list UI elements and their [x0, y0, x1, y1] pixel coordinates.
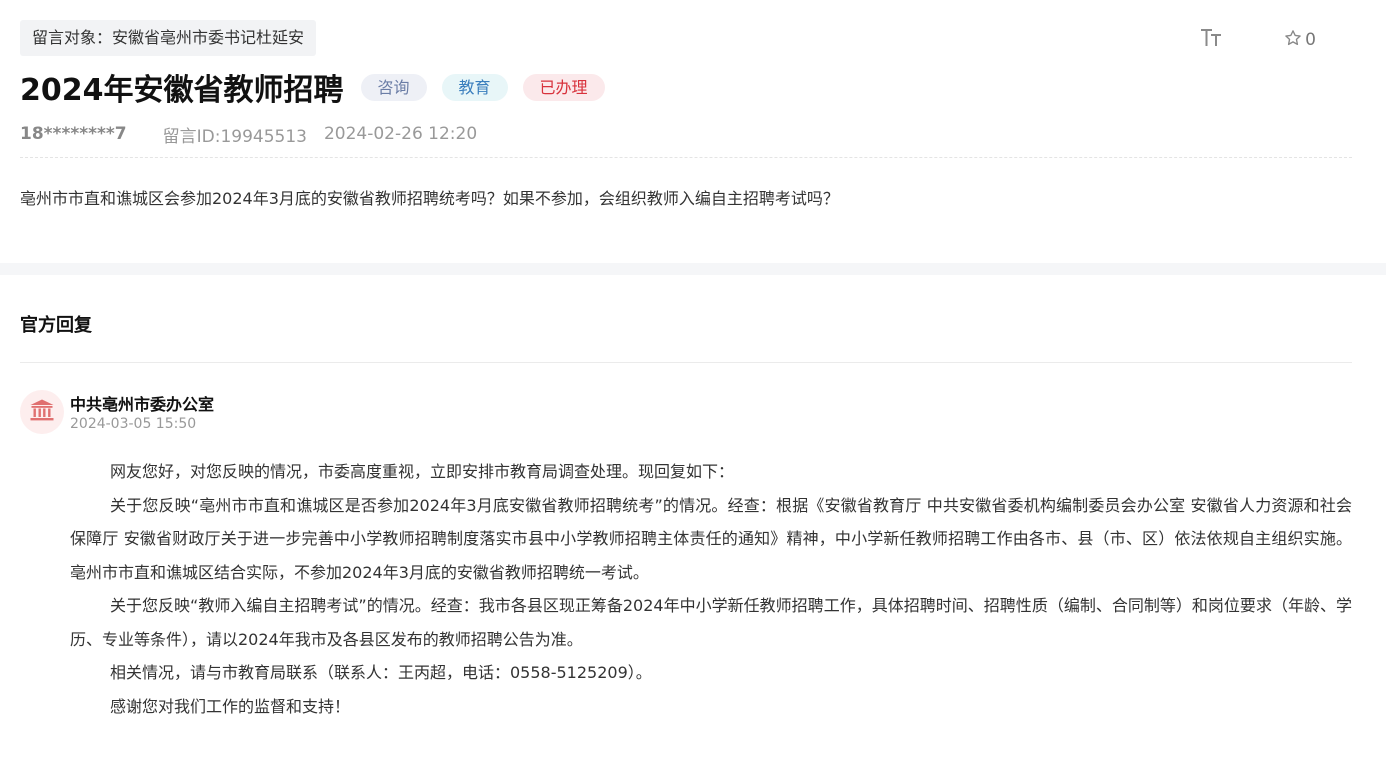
- type-badge: 咨询: [360, 73, 427, 101]
- message-header: 留言对象：安徽省亳州市委书记杜延安 0 2024年安徽省教师招聘 咨询 教育 已…: [20, 0, 1352, 263]
- government-building-icon: [29, 398, 55, 426]
- message-id: 留言ID:19945513: [162, 126, 307, 147]
- reply-paragraph: 感谢您对我们工作的监督和支持！: [110, 696, 351, 716]
- message-date: 2024-02-26 12:20: [323, 124, 478, 144]
- reply-paragraph: 关于您反映“亳州市市直和谯城区是否参加2024年3月底安徽省教师招聘统考”的情况…: [70, 495, 1352, 582]
- reply-paragraph: 关于您反映“教师入编自主招聘考试”的情况。经查：我市各县区现正筹备2024年中小…: [70, 596, 1352, 649]
- reply-org-name: 中共亳州市委办公室: [70, 395, 215, 414]
- message-title: 2024年安徽省教师招聘: [20, 73, 344, 108]
- section-separator: [0, 263, 1386, 275]
- star-icon: [1284, 29, 1305, 52]
- divider: [20, 157, 1352, 158]
- reply-heading: 官方回复: [20, 315, 92, 336]
- font-size-button[interactable]: [1198, 26, 1226, 54]
- favorite-count: 0: [1305, 30, 1316, 50]
- reply-paragraph: 相关情况，请与市教育局联系（联系人：王丙超，电话：0558-5125209）。: [110, 663, 652, 682]
- reply-paragraph: 网友您好，对您反映的情况，市委高度重视，立即安排市教育局调查处理。现回复如下：: [110, 462, 735, 481]
- message-target-tag: 留言对象：安徽省亳州市委书记杜延安: [20, 20, 317, 56]
- font-size-icon: [1200, 27, 1224, 53]
- message-meta: 18********7 留言ID:19945513 2024-02-26 12:…: [20, 122, 478, 147]
- divider: [20, 362, 1352, 363]
- reply-time: 2024-03-05 15:50: [70, 416, 197, 432]
- message-question: 亳州市市直和谯城区会参加2024年3月底的安徽省教师招聘统考吗？如果不参加，会组…: [20, 189, 839, 208]
- favorite-button[interactable]: 0: [1284, 29, 1316, 52]
- status-badge: 已办理: [522, 73, 605, 101]
- message-toolbar: 0: [1198, 26, 1316, 54]
- reply-body: 网友您好，对您反映的情况，市委高度重视，立即安排市教育局调查处理。现回复如下： …: [70, 455, 1352, 723]
- title-row: 2024年安徽省教师招聘 咨询 教育 已办理: [20, 66, 605, 108]
- author-name: 18********7: [20, 124, 127, 144]
- org-avatar: [20, 390, 64, 434]
- category-badge: 教育: [441, 73, 508, 101]
